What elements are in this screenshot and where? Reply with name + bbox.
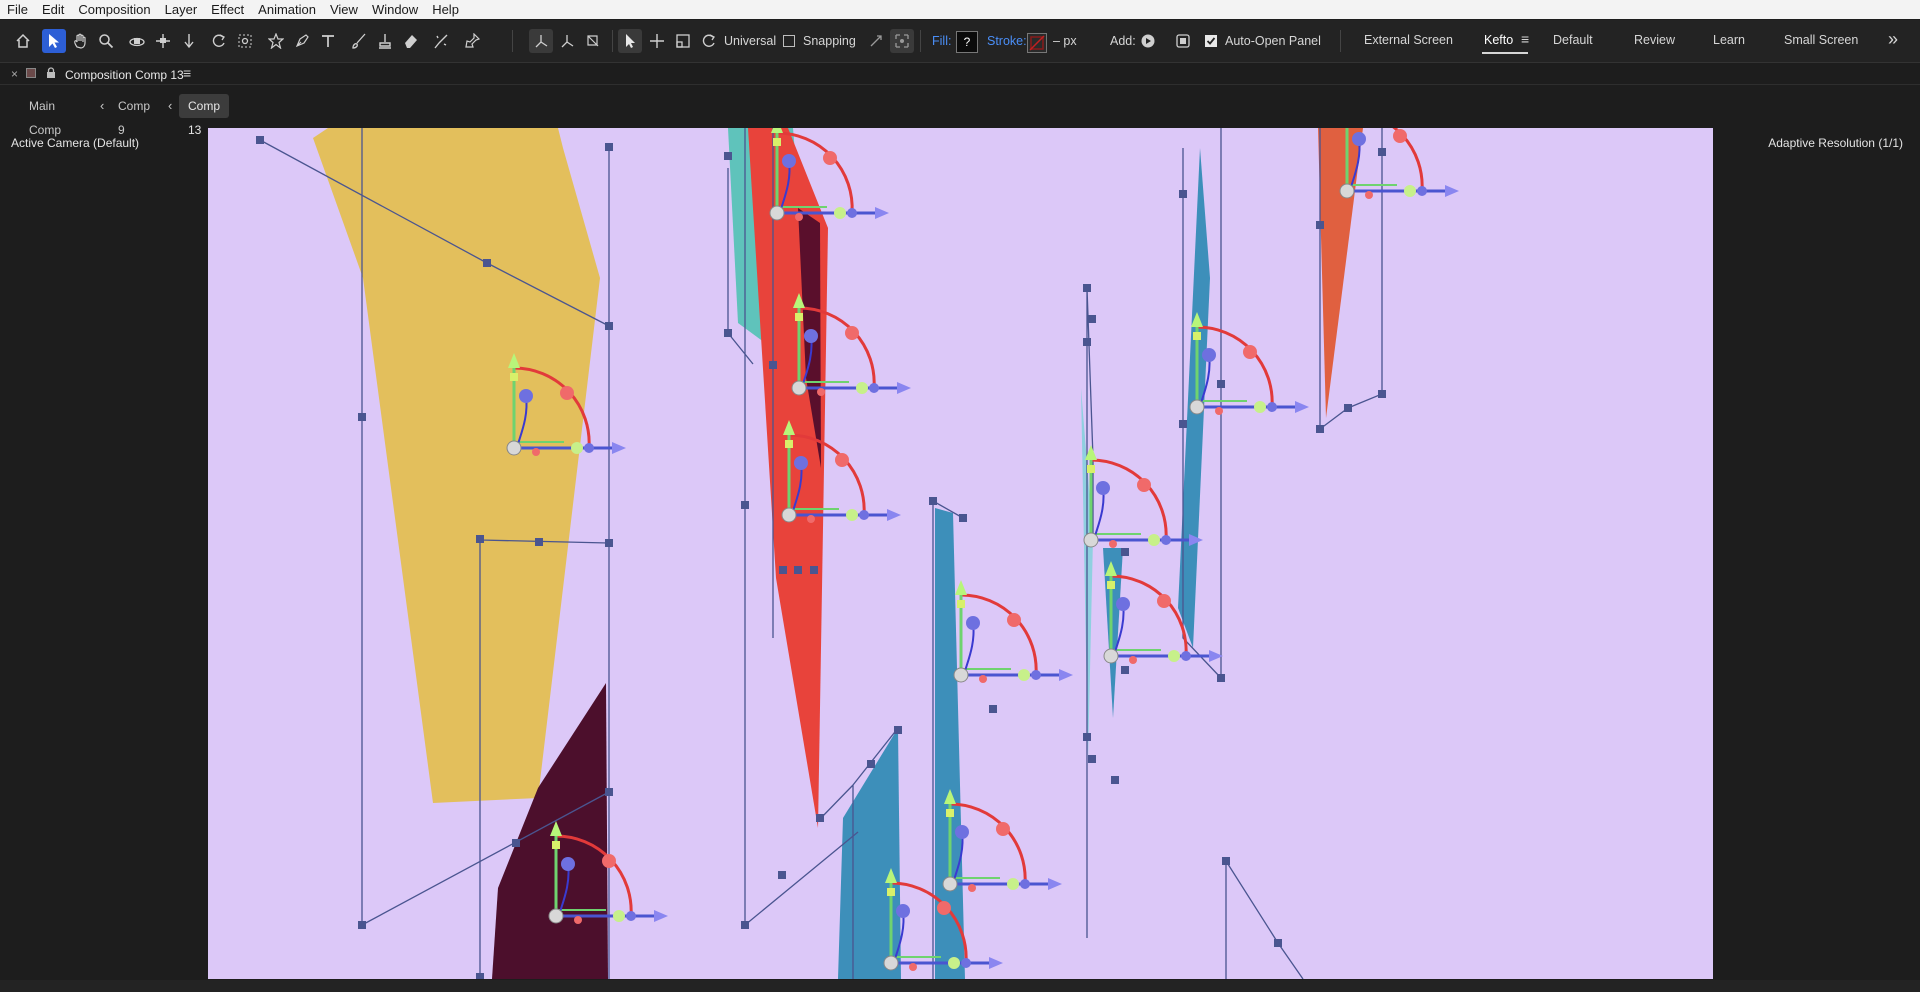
- workspace-overflow-icon[interactable]: »: [1888, 29, 1898, 50]
- pen-tool-icon[interactable]: [290, 29, 314, 53]
- add-label: Add:: [1110, 34, 1136, 48]
- stroke-swatch[interactable]: [1027, 31, 1047, 55]
- toolbar-separator: [512, 30, 513, 52]
- puppet-overlay-icon[interactable]: [1171, 29, 1195, 53]
- panel-title[interactable]: Composition Comp 13: [65, 68, 184, 82]
- menu-file[interactable]: File: [0, 0, 35, 19]
- menu-effect[interactable]: Effect: [204, 0, 251, 19]
- auto-open-checkbox[interactable]: [1205, 29, 1217, 53]
- menu-composition[interactable]: Composition: [71, 0, 157, 19]
- composition-viewer[interactable]: [208, 128, 1713, 979]
- menu-bar: File Edit Composition Layer Effect Anima…: [0, 0, 1920, 19]
- roto-brush-tool-icon[interactable]: [429, 29, 453, 53]
- toolbar-separator: [612, 30, 613, 52]
- gizmo-scale-icon[interactable]: [671, 29, 695, 53]
- workspace-menu-icon[interactable]: ≡: [1521, 31, 1529, 47]
- tools-toolbar: Universal Snapping Fill: ? Stroke: – px …: [0, 20, 1920, 63]
- clone-stamp-tool-icon[interactable]: [373, 29, 397, 53]
- menu-help[interactable]: Help: [425, 0, 466, 19]
- breadcrumb-comp-9[interactable]: Comp 9: [118, 94, 150, 137]
- auto-open-label[interactable]: Auto-Open Panel: [1225, 29, 1321, 53]
- gizmo-move-icon[interactable]: [645, 29, 669, 53]
- menu-animation[interactable]: Animation: [251, 0, 323, 19]
- dolly-camera-icon[interactable]: [177, 29, 201, 53]
- breadcrumb-main-comp[interactable]: Main Comp: [29, 94, 61, 137]
- breadcrumb-comp-13[interactable]: Comp 13: [179, 94, 230, 137]
- workspace-kefto[interactable]: Kefto: [1484, 33, 1513, 47]
- workspace-small-screen[interactable]: Small Screen: [1784, 33, 1858, 47]
- fill-label[interactable]: Fill:: [932, 29, 951, 53]
- workspace-review[interactable]: Review: [1634, 33, 1675, 47]
- anchor-point-tool-icon[interactable]: [233, 29, 257, 53]
- panel-color-swatch-icon[interactable]: [26, 68, 36, 78]
- menu-window[interactable]: Window: [365, 0, 425, 19]
- brush-tool-icon[interactable]: [347, 29, 371, 53]
- local-axis-mode-icon[interactable]: [529, 29, 553, 53]
- viewer-bottom-bar: [0, 980, 1920, 992]
- orbit-camera-icon[interactable]: [125, 29, 149, 53]
- snapping-checkbox[interactable]: [783, 29, 795, 53]
- breadcrumb-chevron-icon: ‹: [100, 98, 105, 113]
- panel-lock-icon[interactable]: [46, 67, 56, 79]
- type-tool-icon[interactable]: [316, 29, 340, 53]
- workspace-learn[interactable]: Learn: [1713, 33, 1745, 47]
- hand-tool-icon[interactable]: [68, 29, 92, 53]
- toolbar-separator: [920, 30, 921, 52]
- home-icon[interactable]: [11, 29, 35, 53]
- gizmo-rotate-icon[interactable]: [697, 29, 721, 53]
- snap-feature-icon[interactable]: [890, 29, 914, 53]
- eraser-tool-icon[interactable]: [399, 29, 423, 53]
- panel-menu-icon[interactable]: ≡: [183, 65, 191, 81]
- composition-panel-header: × Composition Comp 13 ≡: [0, 64, 1920, 86]
- stroke-label[interactable]: Stroke:: [987, 29, 1027, 53]
- star-shape-tool-icon[interactable]: [264, 29, 288, 53]
- view-axis-mode-icon[interactable]: [581, 29, 605, 53]
- stroke-width-value[interactable]: – px: [1053, 29, 1077, 53]
- composition-artwork[interactable]: [208, 128, 1713, 979]
- universal-label[interactable]: Universal: [724, 29, 776, 53]
- menu-layer[interactable]: Layer: [158, 0, 205, 19]
- adaptive-resolution-label: Adaptive Resolution (1/1): [1768, 136, 1903, 150]
- zoom-tool-icon[interactable]: [94, 29, 118, 53]
- world-axis-mode-icon[interactable]: [555, 29, 579, 53]
- menu-edit[interactable]: Edit: [35, 0, 71, 19]
- workspace-selected-indicator: [1482, 52, 1528, 54]
- snap-edge-icon[interactable]: [864, 29, 888, 53]
- rotate-tool-icon[interactable]: [207, 29, 231, 53]
- menu-view[interactable]: View: [323, 0, 365, 19]
- breadcrumb-chevron-icon: ‹: [168, 98, 173, 113]
- workspace-external-screen[interactable]: External Screen: [1364, 33, 1453, 47]
- toolbar-separator: [1340, 30, 1341, 52]
- selection-tool-icon[interactable]: [42, 29, 66, 53]
- active-camera-label: Active Camera (Default): [11, 136, 140, 150]
- snapping-label[interactable]: Snapping: [803, 29, 856, 53]
- panel-close-icon[interactable]: ×: [11, 67, 18, 81]
- puppet-pin-tool-icon[interactable]: [460, 29, 484, 53]
- add-menu-icon[interactable]: [1136, 29, 1160, 53]
- fill-swatch[interactable]: ?: [956, 31, 978, 53]
- workspace-default[interactable]: Default: [1553, 33, 1593, 47]
- pan-camera-icon[interactable]: [151, 29, 175, 53]
- gizmo-select-icon[interactable]: [618, 29, 642, 53]
